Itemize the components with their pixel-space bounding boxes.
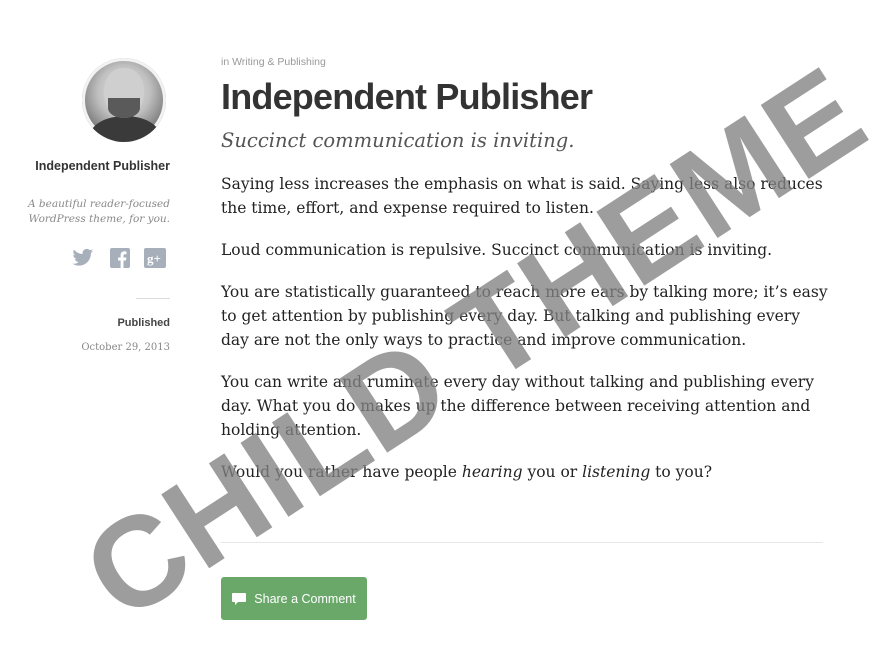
svg-text:g+: g+	[147, 251, 161, 266]
site-title[interactable]: Independent Publisher	[20, 158, 170, 174]
post-subtitle: Succinct communication is inviting.	[221, 129, 575, 152]
paragraph-2: Loud communication is repulsive. Succinc…	[221, 241, 773, 259]
share-comment-label: Share a Comment	[254, 591, 356, 606]
paragraph-1: Saying less increases the emphasis on wh…	[221, 175, 823, 217]
paragraph-5-text: you or	[522, 463, 583, 481]
published-date[interactable]: October 29, 2013	[81, 342, 170, 353]
emphasis-hearing: hearing	[461, 463, 523, 481]
comment-icon	[232, 592, 247, 605]
site-description: A beautiful reader-focused WordPress the…	[28, 198, 170, 225]
post-content: in Writing & Publishing Independent Publ…	[221, 56, 831, 502]
content-divider	[221, 542, 823, 543]
post-title: Independent Publisher	[221, 76, 593, 117]
emphasis-listening: listening	[582, 463, 651, 481]
paragraph-5-text: to you?	[650, 463, 713, 481]
published-label: Published	[117, 317, 170, 329]
paragraph-4: You can write and ruminate every day wit…	[221, 373, 814, 439]
post-category[interactable]: in Writing & Publishing	[221, 56, 831, 68]
paragraph-5-text: Would you rather have people	[221, 463, 462, 481]
share-comment-button[interactable]: Share a Comment	[221, 577, 367, 620]
sidebar-divider	[136, 298, 170, 299]
social-links: g+	[72, 248, 166, 268]
twitter-icon[interactable]	[72, 248, 94, 268]
google-plus-icon[interactable]: g+	[144, 248, 166, 268]
paragraph-3: You are statistically guaranteed to reac…	[221, 283, 828, 349]
paragraph-5: Would you rather have people hearing you…	[221, 460, 831, 484]
facebook-icon[interactable]	[108, 248, 130, 268]
author-avatar[interactable]	[82, 58, 166, 142]
